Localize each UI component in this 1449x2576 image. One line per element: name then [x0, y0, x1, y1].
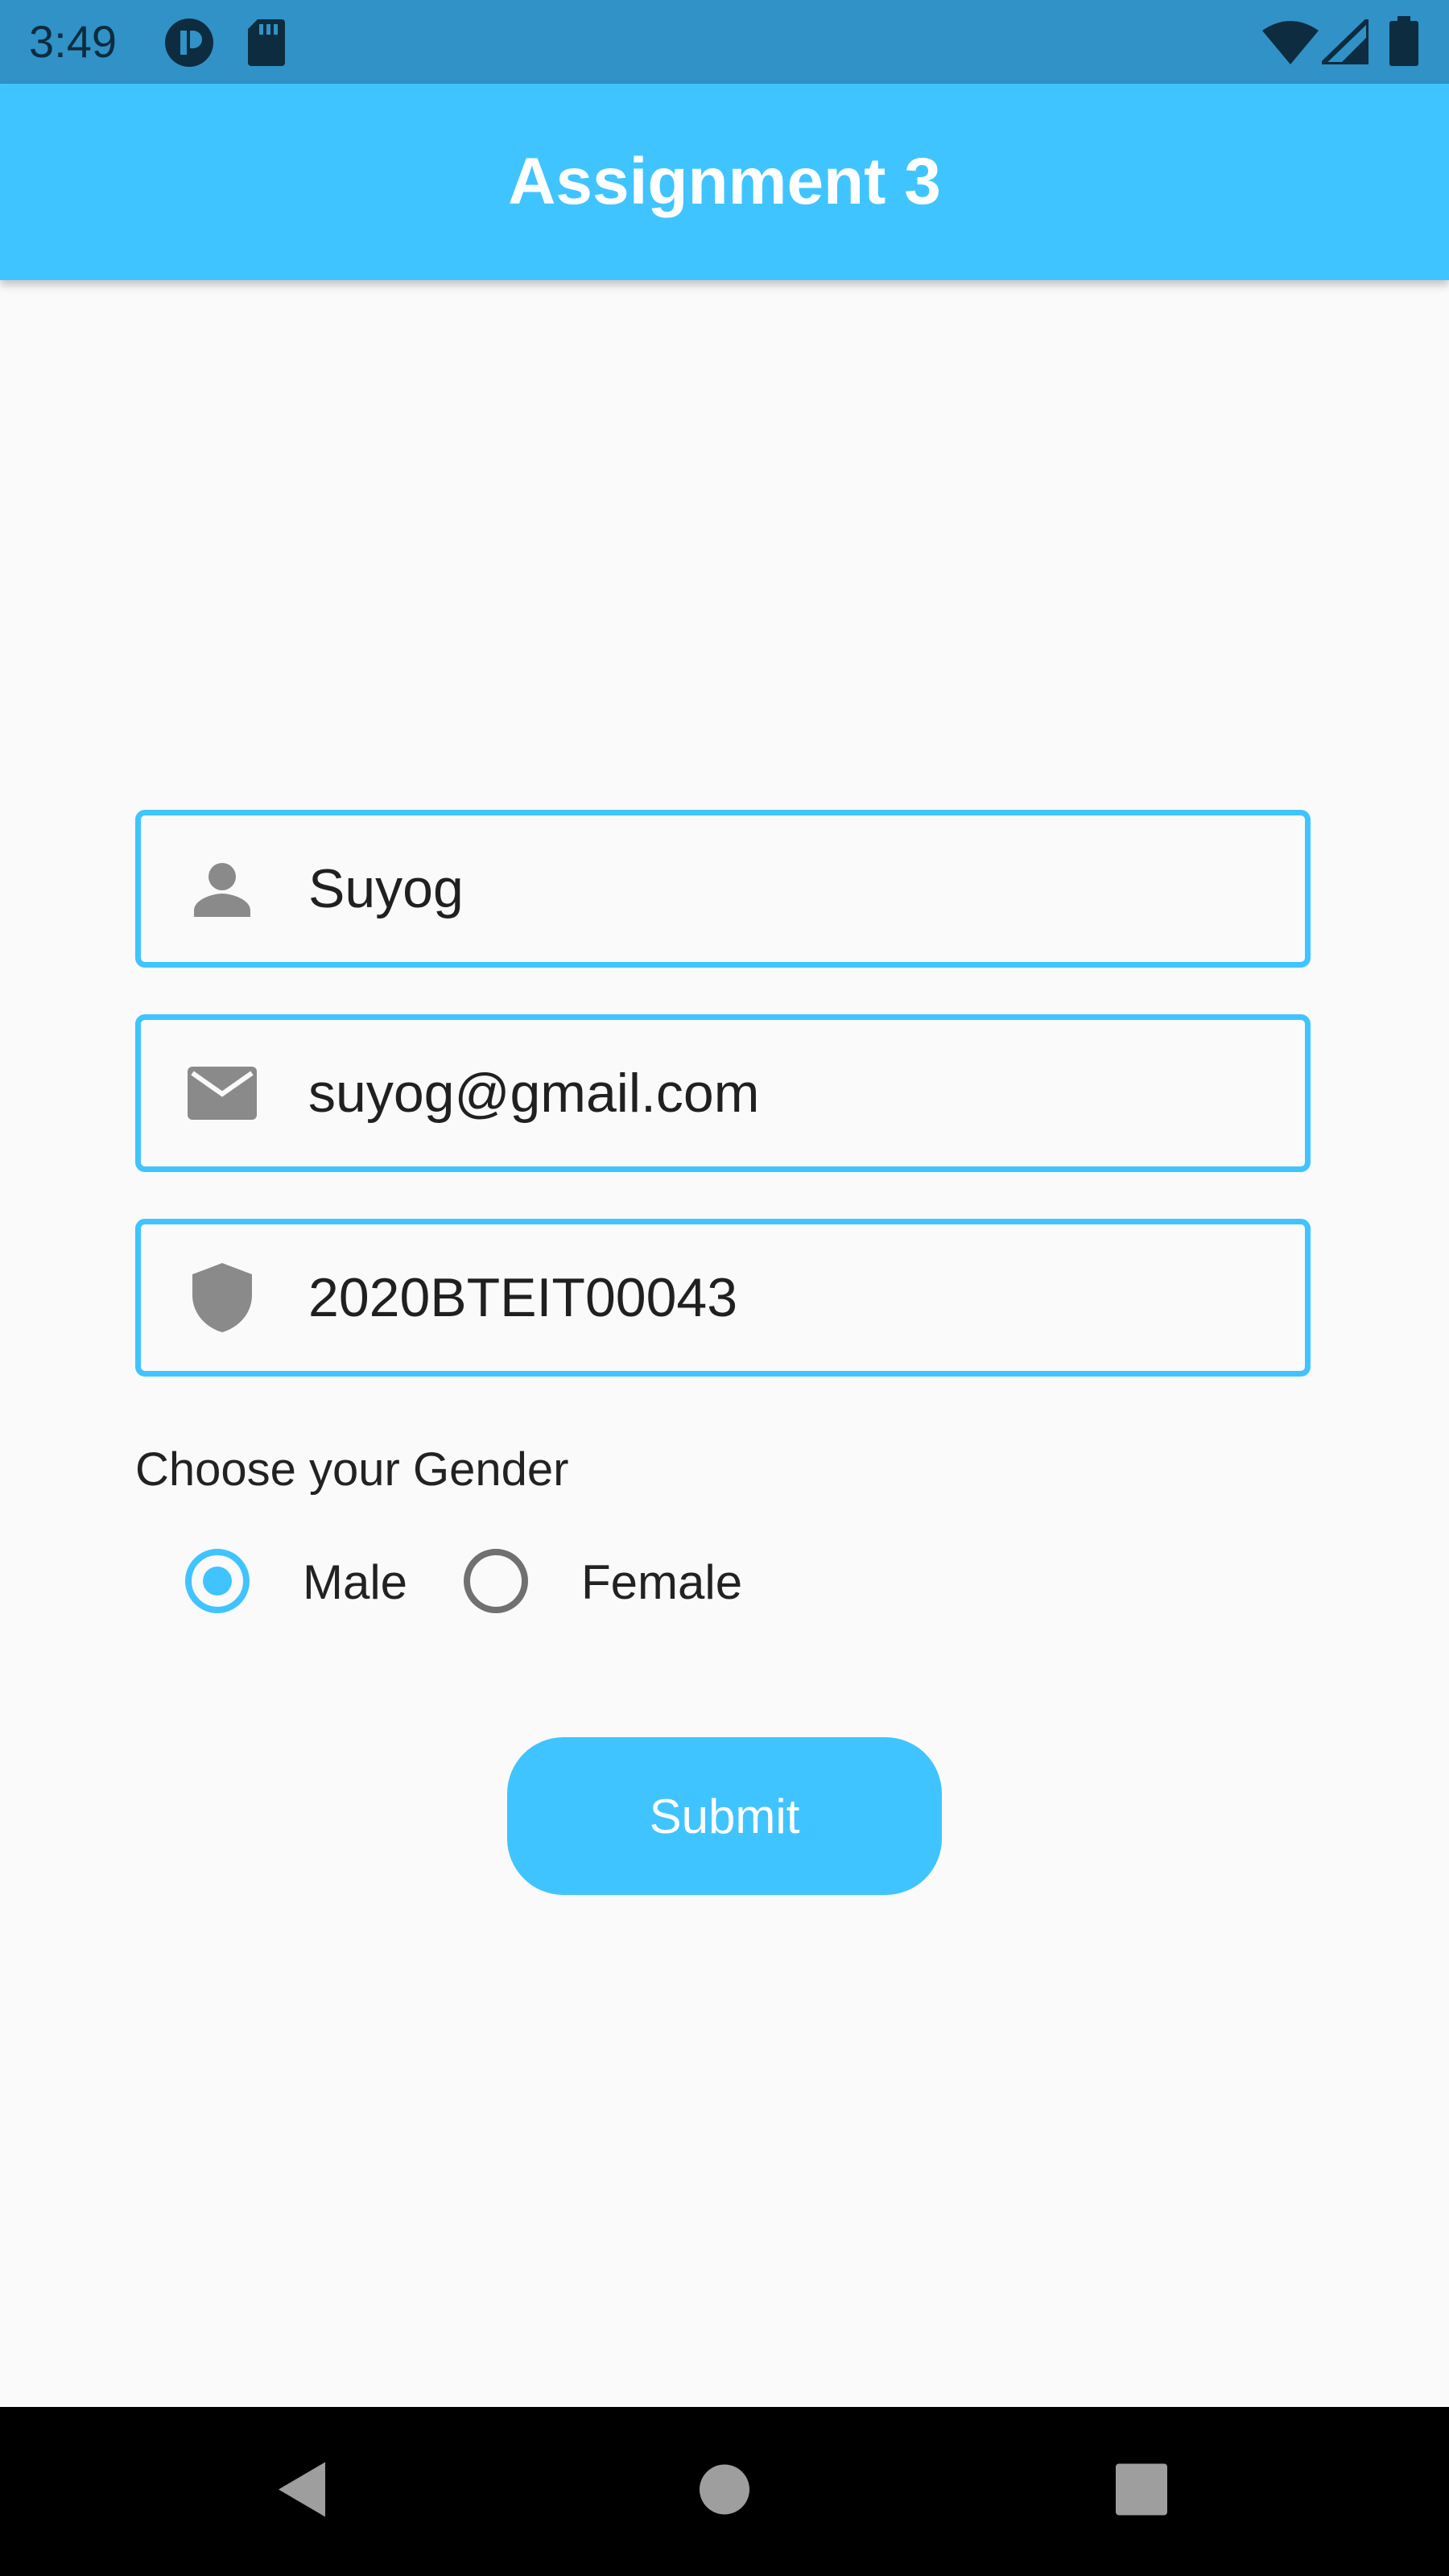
app-bar: Assignment 3	[0, 84, 1449, 280]
student-id-field[interactable]: 2020BTEIT00043	[135, 1219, 1311, 1377]
home-icon[interactable]	[699, 2464, 750, 2520]
gender-label-female: Female	[581, 1555, 743, 1609]
email-field[interactable]: suyog@gmail.com	[135, 1014, 1311, 1172]
email-icon	[188, 1059, 257, 1128]
gender-label-male: Male	[303, 1555, 408, 1609]
email-value: suyog@gmail.com	[308, 1063, 760, 1124]
screen: 3:49 Assignment 3 Suyog suyog@gmail.com …	[0, 0, 1449, 2576]
student-id-value: 2020BTEIT00043	[308, 1267, 738, 1328]
back-icon[interactable]	[274, 2459, 330, 2524]
sd-card-icon	[246, 18, 287, 70]
cell-signal-icon	[1315, 13, 1371, 68]
name-value: Suyog	[308, 858, 464, 919]
status-time: 3:49	[29, 16, 117, 67]
navigation-bar	[0, 2407, 1449, 2576]
page-title: Assignment 3	[508, 145, 941, 218]
gender-prompt: Choose your Gender	[135, 1443, 569, 1496]
shield-icon	[188, 1263, 257, 1332]
gender-radio-female[interactable]	[464, 1549, 528, 1613]
name-field[interactable]: Suyog	[135, 810, 1311, 968]
person-icon	[188, 854, 257, 923]
wifi-icon	[1262, 19, 1319, 68]
status-bar: 3:49	[0, 0, 1449, 84]
recents-icon[interactable]	[1116, 2463, 1167, 2520]
submit-button[interactable]: Submit	[507, 1737, 942, 1895]
gender-radio-male[interactable]	[185, 1549, 250, 1613]
battery-icon	[1389, 16, 1418, 70]
app-notification-icon	[164, 18, 214, 72]
